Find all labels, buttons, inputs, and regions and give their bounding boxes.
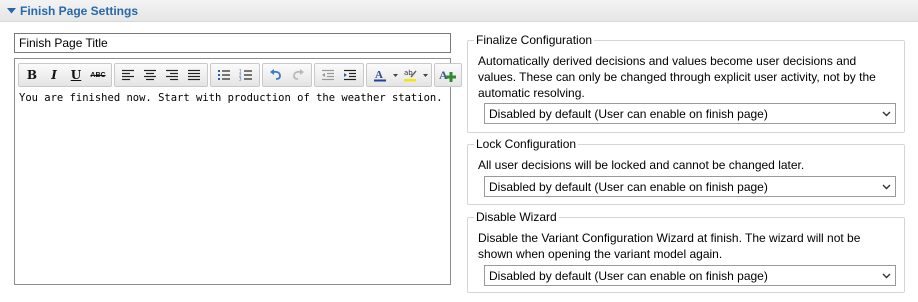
section-title: Finish Page Settings — [20, 3, 139, 18]
bold-icon: B — [26, 68, 38, 82]
underline-button[interactable]: U — [65, 65, 87, 85]
insert-variable-button[interactable]: A — [437, 65, 459, 85]
group-label: Lock Configuration — [474, 137, 579, 152]
highlight-color-icon: ab — [404, 69, 417, 82]
group-label: Finalize Configuration — [474, 33, 595, 48]
select-value: Disabled by default (User can enable on … — [489, 268, 768, 283]
undo-button[interactable] — [265, 65, 287, 85]
strikethrough-icon: ABC — [90, 71, 106, 79]
numbered-list-icon: 123 — [239, 69, 252, 82]
section-header[interactable]: Finish Page Settings — [0, 0, 918, 22]
highlight-color-dropdown[interactable] — [421, 65, 429, 85]
editor-toolbar: B I U ABC 123 A ab A — [18, 62, 464, 88]
redo-button[interactable] — [287, 65, 309, 85]
rich-text-editor[interactable]: B I U ABC 123 A ab A You are finished no… — [14, 58, 462, 285]
indent-button[interactable] — [339, 65, 361, 85]
group-description: Automatically derived decisions and valu… — [478, 54, 876, 100]
font-color-button[interactable]: A — [369, 65, 391, 85]
finalize-configuration-group: Finalize Configuration Automatically der… — [467, 33, 905, 133]
finish-page-title-input[interactable] — [14, 33, 451, 53]
chevron-down-icon[interactable] — [877, 273, 895, 279]
select-value: Disabled by default (User can enable on … — [489, 179, 768, 194]
numbered-list-button[interactable]: 123 — [235, 65, 257, 85]
strikethrough-button[interactable]: ABC — [87, 65, 109, 85]
group-description: All user decisions will be locked and ca… — [478, 158, 805, 172]
collapse-triangle-icon[interactable] — [2, 7, 20, 14]
align-left-icon — [122, 69, 134, 81]
svg-text:A: A — [375, 69, 383, 81]
chevron-down-icon — [422, 73, 428, 77]
editor-content[interactable]: You are finished now. Start with product… — [18, 90, 447, 281]
alignment-group — [114, 63, 208, 87]
chevron-down-icon — [392, 73, 398, 77]
outdent-icon — [322, 69, 334, 81]
align-center-button[interactable] — [139, 65, 161, 85]
bullet-list-icon — [218, 70, 230, 80]
disable-wizard-group: Disable Wizard Disable the Variant Confi… — [467, 210, 905, 293]
undo-icon — [270, 69, 281, 80]
text-style-group: B I U ABC — [18, 63, 112, 87]
redo-icon — [293, 69, 304, 80]
lock-configuration-group: Lock Configuration All user decisions wi… — [467, 137, 905, 205]
highlight-color-button[interactable]: ab — [399, 65, 421, 85]
history-group — [262, 63, 312, 87]
align-right-button[interactable] — [161, 65, 183, 85]
bullet-list-button[interactable] — [213, 65, 235, 85]
list-group: 123 — [210, 63, 260, 87]
finalize-mode-select[interactable]: Disabled by default (User can enable on … — [484, 103, 896, 124]
indent-icon — [344, 69, 356, 81]
align-center-icon — [144, 69, 156, 81]
bold-button[interactable]: B — [21, 65, 43, 85]
align-right-icon — [166, 69, 178, 81]
color-group: A ab — [366, 63, 432, 87]
align-left-button[interactable] — [117, 65, 139, 85]
group-label: Disable Wizard — [474, 210, 559, 225]
font-color-dropdown[interactable] — [391, 65, 399, 85]
italic-button[interactable]: I — [43, 65, 65, 85]
justify-button[interactable] — [183, 65, 205, 85]
svg-text:A: A — [439, 68, 448, 82]
lock-mode-select[interactable]: Disabled by default (User can enable on … — [484, 176, 896, 197]
justify-icon — [188, 69, 200, 81]
select-value: Disabled by default (User can enable on … — [489, 106, 768, 121]
insert-variable-icon: A — [439, 68, 456, 82]
italic-icon: I — [51, 68, 57, 82]
font-color-icon: A — [374, 69, 386, 82]
outdent-button[interactable] — [317, 65, 339, 85]
insert-group: A — [434, 63, 462, 87]
chevron-down-icon[interactable] — [877, 184, 895, 190]
disable-wizard-mode-select[interactable]: Disabled by default (User can enable on … — [484, 265, 896, 286]
group-description: Disable the Variant Configuration Wizard… — [478, 231, 861, 261]
chevron-down-icon[interactable] — [877, 111, 895, 117]
indent-group — [314, 63, 364, 87]
svg-text:3: 3 — [239, 77, 242, 82]
underline-icon: U — [70, 68, 82, 82]
